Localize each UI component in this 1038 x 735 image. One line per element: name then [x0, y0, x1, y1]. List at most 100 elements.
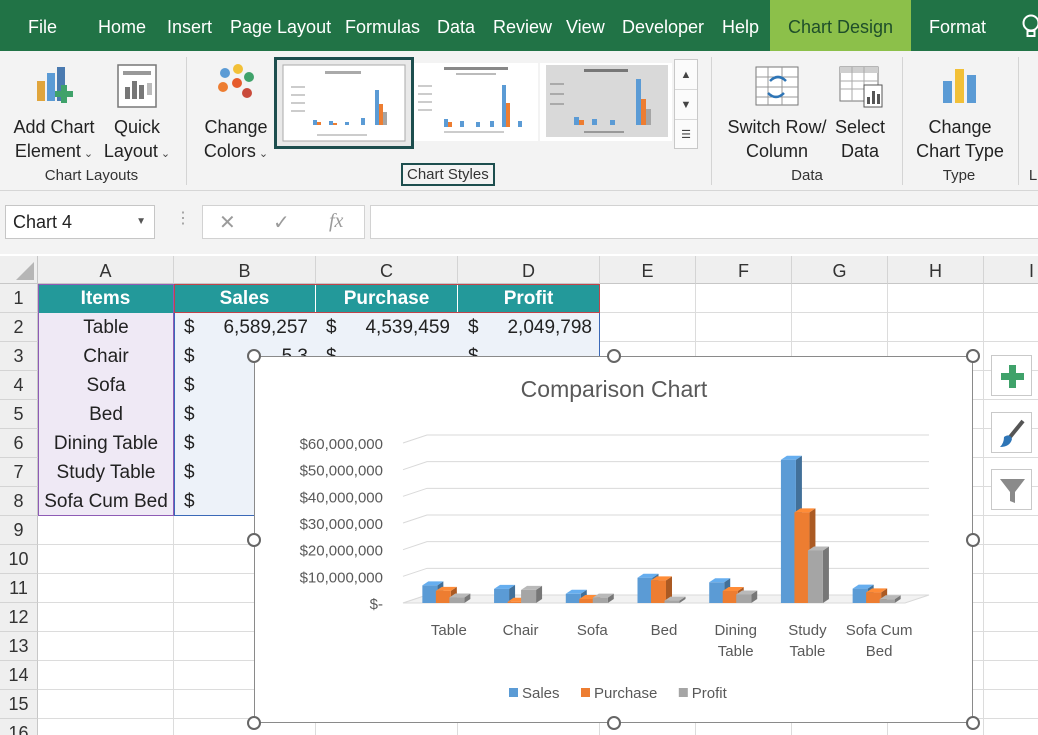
row-header[interactable]: 1 — [0, 284, 38, 313]
row-header[interactable]: 9 — [0, 516, 38, 545]
x-tick-label: Dining — [714, 622, 757, 639]
range-outline-headers — [174, 284, 600, 313]
tab-review[interactable]: Review — [493, 0, 552, 51]
column-header[interactable]: A — [38, 256, 174, 284]
tab-chart-design[interactable]: Chart Design — [770, 0, 912, 51]
tab-file[interactable]: File — [28, 0, 57, 51]
name-box[interactable]: Chart 4 ▼ — [5, 205, 155, 239]
gallery-scroll-up-icon[interactable]: ▲ — [675, 60, 697, 90]
y-tick-label: $50,000,000 — [300, 463, 383, 480]
bar-side — [822, 546, 829, 603]
change-colors-button[interactable]: Change Colors ⌄ — [200, 59, 272, 166]
insert-function-button[interactable]: fx — [329, 210, 343, 233]
change-chart-type-button[interactable]: Change Chart Type — [912, 59, 1008, 163]
column-header[interactable]: G — [792, 256, 888, 284]
chart-style-3[interactable] — [540, 63, 672, 141]
chart-styles-button[interactable] — [991, 412, 1032, 453]
x-tick-label: Sofa — [577, 622, 609, 639]
resize-handle[interactable] — [247, 349, 261, 363]
row-header[interactable]: 10 — [0, 545, 38, 574]
row-header[interactable]: 16 — [0, 719, 38, 735]
row-header[interactable]: 5 — [0, 400, 38, 429]
x-tick-label: Bed — [866, 643, 893, 660]
formula-input[interactable] — [370, 205, 1038, 239]
gallery-scroll-down-icon[interactable]: ▼ — [675, 90, 697, 120]
tab-home[interactable]: Home — [98, 0, 146, 51]
bar — [664, 600, 680, 603]
gallery-more-icon[interactable]: ☰ — [675, 120, 697, 150]
tab-data[interactable]: Data — [437, 0, 475, 51]
select-all-triangle-icon — [16, 262, 34, 280]
row-header[interactable]: 4 — [0, 371, 38, 400]
column-header[interactable]: F — [696, 256, 792, 284]
row-header[interactable]: 14 — [0, 661, 38, 690]
resize-handle[interactable] — [247, 716, 261, 730]
y-tick-label: $- — [370, 596, 383, 613]
quick-layout-button[interactable]: Quick Layout ⌄ — [102, 59, 172, 166]
gridline — [402, 514, 929, 524]
resize-handle[interactable] — [606, 349, 621, 363]
cancel-icon[interactable]: ✕ — [219, 210, 236, 235]
chart-object[interactable]: Comparison Chart $- $10,000,000 $20,000,000… — [254, 356, 973, 723]
chevron-down-icon[interactable]: ▼ — [136, 206, 146, 238]
column-header[interactable]: H — [888, 256, 984, 284]
chart-elements-button[interactable] — [991, 355, 1032, 396]
x-tick-label: Table — [718, 643, 754, 660]
tab-page-layout[interactable]: Page Layout — [230, 0, 331, 51]
tab-insert[interactable]: Insert — [167, 0, 212, 51]
group-label-type: Type — [942, 167, 976, 184]
resize-handle[interactable] — [606, 716, 621, 730]
bar — [449, 597, 465, 603]
row-header[interactable]: 2 — [0, 313, 38, 342]
x-tick-label: Study — [788, 622, 827, 639]
resize-handle[interactable] — [966, 349, 980, 363]
group-label-clipped: L — [1028, 167, 1038, 184]
add-chart-element-button[interactable]: Add Chart Element ⌄ — [8, 59, 100, 166]
tab-developer[interactable]: Developer — [622, 0, 704, 51]
switch-row-column-button[interactable]: Switch Row/ Column — [726, 59, 828, 163]
row-header[interactable]: 8 — [0, 487, 38, 516]
resize-handle[interactable] — [966, 716, 980, 730]
group-label-chart-styles: Chart Styles — [401, 163, 495, 186]
paintbrush-icon — [1000, 419, 1025, 447]
add-chart-element-line1: Add Chart — [13, 117, 95, 137]
add-chart-element-line2: Element — [14, 141, 81, 161]
column-header[interactable]: I — [984, 256, 1038, 284]
chart-filters-button[interactable] — [991, 469, 1032, 510]
tab-help[interactable]: Help — [722, 0, 759, 51]
y-tick-label: $10,000,000 — [300, 569, 383, 586]
column-header[interactable]: E — [600, 256, 696, 284]
select-all-button[interactable] — [0, 256, 38, 284]
change-colors-line2: Colors — [203, 141, 256, 161]
formula-bar-grip-icon: ⋮ — [175, 210, 191, 227]
row-header[interactable]: 12 — [0, 603, 38, 632]
lightbulb-icon[interactable] — [1020, 14, 1038, 40]
row-header[interactable]: 3 — [0, 342, 38, 371]
chart-style-1[interactable] — [274, 57, 414, 149]
row-header[interactable]: 6 — [0, 429, 38, 458]
column-header[interactable]: B — [174, 256, 316, 284]
row-header[interactable]: 7 — [0, 458, 38, 487]
row-header[interactable]: 15 — [0, 690, 38, 719]
resize-handle[interactable] — [247, 532, 261, 547]
resize-handle[interactable] — [966, 532, 980, 547]
change-chart-type-line2: Chart Type — [916, 141, 1004, 161]
tab-format[interactable]: Format — [929, 0, 986, 51]
chevron-down-icon: ⌄ — [83, 148, 94, 160]
tab-view[interactable]: View — [566, 0, 605, 51]
change-chart-type-line1: Change — [928, 117, 992, 137]
enter-check-icon[interactable]: ✓ — [273, 210, 290, 235]
row-header[interactable]: 11 — [0, 574, 38, 603]
gridline — [402, 461, 929, 471]
column-header[interactable]: C — [316, 256, 458, 284]
chart-style-2[interactable] — [414, 63, 538, 141]
bar — [852, 588, 868, 603]
chart-style-1-preview — [282, 64, 406, 142]
column-header[interactable]: D — [458, 256, 600, 284]
select-data-button[interactable]: Select Data — [832, 59, 888, 163]
ribbon-tab-bar: File Home Insert Page Layout Formulas Da… — [0, 0, 1038, 51]
chart-styles-gallery-scroll[interactable]: ▲ ▼ ☰ — [674, 59, 698, 149]
tab-formulas[interactable]: Formulas — [345, 0, 420, 51]
row-header[interactable]: 13 — [0, 632, 38, 661]
select-data-icon — [839, 66, 883, 108]
